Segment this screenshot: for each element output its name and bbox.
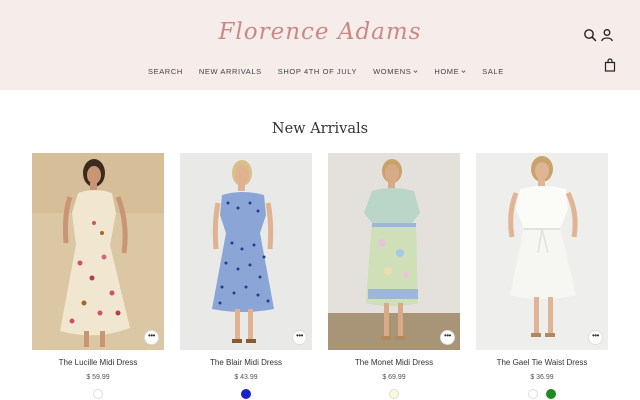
nav-search[interactable]: SEARCH: [148, 67, 183, 76]
chevron-down-icon: [413, 69, 418, 73]
nav-home[interactable]: HOME: [434, 67, 466, 76]
product-photo-gael: [476, 153, 608, 350]
brand-logo-text: Florence Adams: [218, 19, 422, 45]
search-icon[interactable]: [583, 28, 597, 42]
cart-icon[interactable]: [603, 58, 617, 72]
nav-search-label: SEARCH: [148, 66, 183, 76]
product-name[interactable]: The Monet Midi Dress: [328, 358, 460, 367]
product-name[interactable]: The Gael Tie Waist Dress: [476, 358, 608, 367]
nav-womens-label: WOMENS: [373, 66, 412, 76]
product-image[interactable]: •••: [32, 153, 164, 350]
color-swatch-green[interactable]: [546, 389, 556, 399]
nav-shop-4th-of-july-label: SHOP 4TH OF JULY: [277, 66, 358, 76]
product-image[interactable]: •••: [328, 153, 460, 350]
more-icon: •••: [444, 331, 451, 340]
account-icon[interactable]: [600, 28, 614, 42]
color-swatch-white[interactable]: [93, 389, 103, 399]
nav-new-arrivals-label: NEW ARRIVALS: [198, 66, 262, 76]
color-swatch-blue[interactable]: [241, 389, 251, 399]
product-price: $ 43.99: [234, 374, 258, 381]
nav-new-arrivals[interactable]: NEW ARRIVALS: [199, 67, 262, 76]
chevron-down-icon: [461, 69, 466, 73]
product-card[interactable]: ••• The Monet Midi Dress $ 69.99: [328, 153, 460, 400]
color-swatches: [180, 389, 312, 400]
nav-home-label: HOME: [434, 66, 460, 76]
more-icon: •••: [296, 331, 303, 340]
main-nav: SEARCH NEW ARRIVALS SHOP 4TH OF JULY WOM…: [148, 66, 504, 76]
product-photo-lucille: [32, 153, 164, 350]
nav-shop-4th-of-july[interactable]: SHOP 4TH OF JULY: [278, 67, 357, 76]
site-header: Florence Adams SEARCH NEW ARRIVALS SHOP …: [0, 0, 640, 90]
nav-sale-label: SALE: [482, 66, 504, 76]
product-photo-blair: [180, 153, 312, 350]
product-image[interactable]: •••: [180, 153, 312, 350]
section-title: New Arrivals: [271, 121, 369, 137]
product-price: $ 36.99: [530, 374, 554, 381]
color-swatch-cream[interactable]: [389, 389, 399, 399]
more-icon: •••: [148, 331, 155, 340]
quick-view-button[interactable]: •••: [144, 330, 159, 345]
color-swatches: [32, 389, 164, 400]
product-image[interactable]: •••: [476, 153, 608, 350]
product-price: $ 59.99: [86, 374, 110, 381]
product-card[interactable]: ••• The Blair Midi Dress $ 43.99: [180, 153, 312, 400]
color-swatch-white[interactable]: [528, 389, 538, 399]
brand-logo[interactable]: Florence Adams: [200, 12, 440, 52]
product-price: $ 69.99: [382, 374, 406, 381]
product-card[interactable]: ••• The Lucille Midi Dress $ 59.99: [32, 153, 164, 400]
quick-view-button[interactable]: •••: [588, 330, 603, 345]
nav-womens[interactable]: WOMENS: [373, 67, 418, 76]
more-icon: •••: [592, 331, 599, 340]
nav-sale[interactable]: SALE: [482, 67, 504, 76]
product-name[interactable]: The Lucille Midi Dress: [32, 358, 164, 367]
product-card[interactable]: ••• The Gael Tie Waist Dress $ 36.99: [476, 153, 608, 400]
color-swatches: [476, 389, 608, 400]
color-swatches: [328, 389, 460, 400]
quick-view-button[interactable]: •••: [292, 330, 307, 345]
quick-view-button[interactable]: •••: [440, 330, 455, 345]
product-name[interactable]: The Blair Midi Dress: [180, 358, 312, 367]
product-photo-monet: [328, 153, 460, 350]
